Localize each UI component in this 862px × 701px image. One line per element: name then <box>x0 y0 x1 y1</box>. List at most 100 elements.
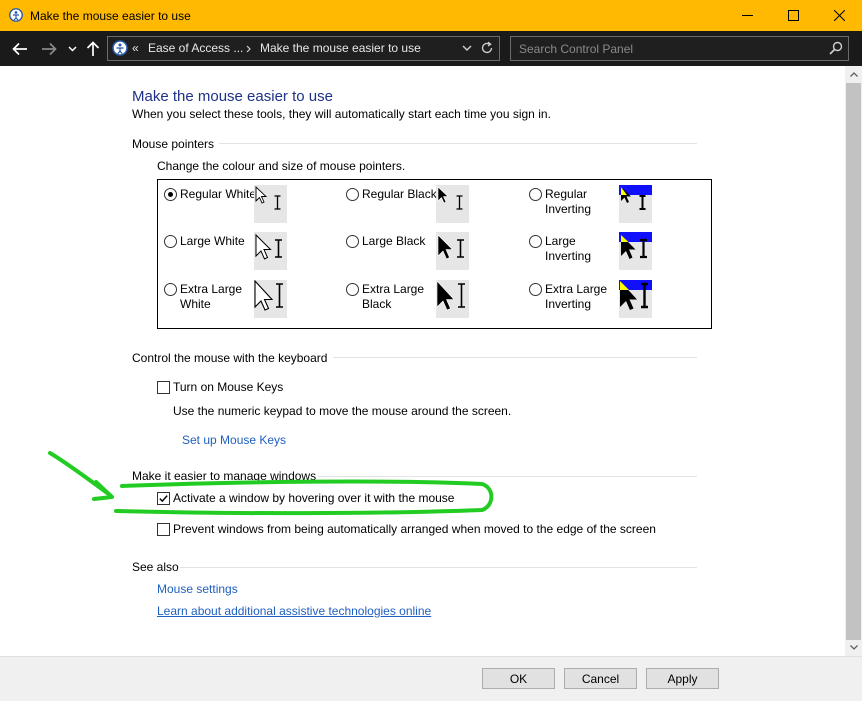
search-input[interactable] <box>517 40 821 58</box>
radio-extra-large-white[interactable] <box>164 283 177 296</box>
mouse-settings-link[interactable]: Mouse settings <box>157 582 238 596</box>
pointer-option-label: Extra Large Inverting <box>545 282 608 311</box>
annotation-arrowhead <box>92 480 114 501</box>
hover-activate-checkbox[interactable] <box>157 492 170 505</box>
radio-extra-large-black[interactable] <box>346 283 359 296</box>
prevent-arrange-label[interactable]: Prevent windows from being automatically… <box>173 522 656 536</box>
pointer-preview-extra-large-white <box>254 279 287 318</box>
chevron-down-icon <box>67 46 77 52</box>
pointer-preview-regular-white <box>254 185 287 223</box>
pointer-preview-regular-black <box>436 185 469 223</box>
back-button[interactable] <box>11 40 29 58</box>
arrow-pointer-icon <box>437 186 463 210</box>
search-box[interactable] <box>510 36 849 61</box>
inverting-pointer-icon <box>619 280 652 310</box>
minimize-icon <box>741 15 753 16</box>
chevron-down-icon[interactable] <box>462 45 472 52</box>
close-button[interactable] <box>816 0 862 31</box>
radio-large-inverting[interactable] <box>529 235 542 248</box>
radio-regular-inverting[interactable] <box>529 188 542 201</box>
minimize-button[interactable] <box>724 0 770 31</box>
annotation-arrow <box>48 451 112 497</box>
section-heading-see-also: See also <box>132 560 179 574</box>
section-divider <box>333 357 697 358</box>
recent-locations-button[interactable] <box>65 40 79 58</box>
radio-extra-large-inverting[interactable] <box>529 283 542 296</box>
control-panel-icon <box>112 40 128 56</box>
pointer-option-label: Extra Large Black <box>362 282 425 311</box>
apply-button[interactable]: Apply <box>646 668 719 689</box>
pointer-preview-extra-large-inverting <box>619 280 652 318</box>
breadcrumb-overflow[interactable]: « <box>132 41 139 55</box>
annotation-overlay <box>48 451 494 516</box>
inverting-pointer-icon <box>619 232 652 259</box>
radio-large-white[interactable] <box>164 235 177 248</box>
vertical-scrollbar[interactable] <box>845 66 862 656</box>
control-panel-icon <box>9 8 23 22</box>
chevron-up-icon <box>849 72 858 77</box>
scrollbar-thumb[interactable] <box>846 83 861 640</box>
arrow-pointer-icon <box>255 233 282 260</box>
section-heading-keyboard: Control the mouse with the keyboard <box>132 351 328 365</box>
breadcrumb-item-current[interactable]: Make the mouse easier to use <box>260 41 421 55</box>
pointer-option-label: Large White <box>180 234 245 248</box>
arrow-pointer-icon <box>254 279 283 311</box>
section-divider <box>219 143 697 144</box>
checkmark-icon <box>159 495 168 503</box>
breadcrumb-separator-icon <box>246 45 251 53</box>
section-divider <box>318 476 697 477</box>
pointer-option-label: Extra Large White <box>180 282 243 311</box>
navigation-bar: « Ease of Access ... Make the mouse easi… <box>0 31 862 66</box>
prevent-arrange-checkbox[interactable] <box>157 523 170 536</box>
page-title: Make the mouse easier to use <box>132 88 333 105</box>
radio-regular-black[interactable] <box>346 188 359 201</box>
mouse-keys-checkbox[interactable] <box>157 381 170 394</box>
mouse-keys-label[interactable]: Turn on Mouse Keys <box>173 380 283 394</box>
pointer-option-label: Large Inverting <box>545 234 592 263</box>
pointer-option-label: Regular Inverting <box>545 187 592 216</box>
breadcrumb-item-ease-of-access[interactable]: Ease of Access ... <box>148 41 243 55</box>
setup-mouse-keys-link[interactable]: Set up Mouse Keys <box>182 433 286 447</box>
pointers-instruction: Change the colour and size of mouse poin… <box>157 159 406 173</box>
forward-button[interactable] <box>40 40 58 58</box>
pointer-preview-extra-large-black <box>436 280 469 318</box>
forward-arrow-icon <box>42 42 57 56</box>
arrow-pointer-icon <box>255 185 281 210</box>
assistive-technologies-link[interactable]: Learn about additional assistive technol… <box>157 604 431 618</box>
pointer-preview-large-inverting <box>619 232 652 270</box>
radio-regular-white[interactable] <box>164 188 177 201</box>
scroll-down-button[interactable] <box>845 639 862 656</box>
window-title: Make the mouse easier to use <box>30 9 191 23</box>
title-bar: Make the mouse easier to use <box>0 0 862 31</box>
inverting-pointer-icon <box>619 185 652 210</box>
pointer-option-label: Regular White <box>180 187 257 201</box>
maximize-button[interactable] <box>770 0 816 31</box>
mouse-keys-description: Use the numeric keypad to move the mouse… <box>173 404 512 418</box>
up-button[interactable] <box>84 40 102 58</box>
pointer-preview-regular-inverting <box>619 185 652 223</box>
page-subtitle: When you select these tools, they will a… <box>132 107 551 121</box>
hover-activate-label[interactable]: Activate a window by hovering over it wi… <box>173 491 454 505</box>
chevron-down-icon <box>849 645 858 650</box>
back-arrow-icon <box>12 42 27 56</box>
radio-large-black[interactable] <box>346 235 359 248</box>
up-arrow-icon <box>86 41 100 56</box>
refresh-icon[interactable] <box>480 41 494 55</box>
search-icon <box>829 41 843 55</box>
cancel-button[interactable]: Cancel <box>564 668 637 689</box>
close-icon <box>833 10 845 21</box>
pointer-preview-large-white <box>254 232 287 270</box>
pointer-option-label: Large Black <box>362 234 426 248</box>
maximize-icon <box>787 10 799 21</box>
address-bar[interactable]: « Ease of Access ... Make the mouse easi… <box>107 36 500 61</box>
section-divider <box>180 567 697 568</box>
section-heading-windows: Make it easier to manage windows <box>132 469 317 483</box>
pointer-preview-large-black <box>436 232 469 270</box>
dialog-footer: OK Cancel Apply <box>0 656 862 701</box>
scroll-up-button[interactable] <box>845 66 862 83</box>
arrow-pointer-icon <box>437 234 464 260</box>
arrow-pointer-icon <box>436 280 465 311</box>
ok-button[interactable]: OK <box>482 668 555 689</box>
pointer-scheme-group: Regular White Regular Black Regular Inve… <box>157 179 712 329</box>
section-heading-mouse-pointers: Mouse pointers <box>132 137 215 151</box>
